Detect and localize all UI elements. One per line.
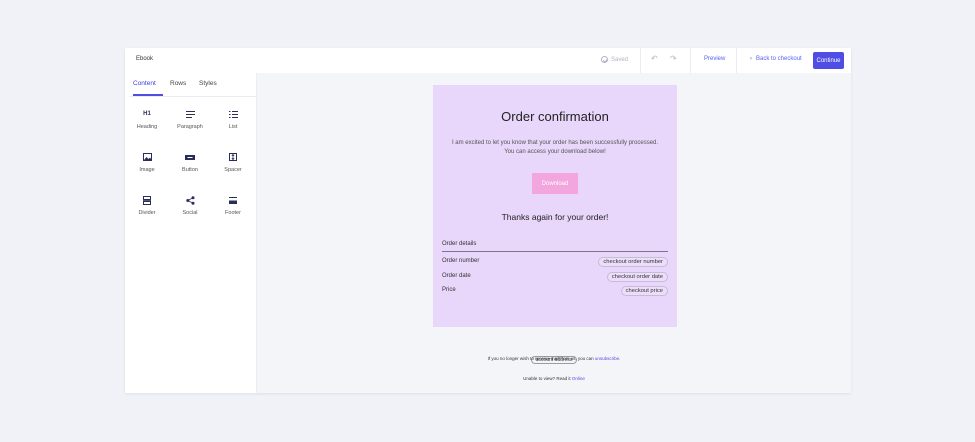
order-row[interactable]: Order date checkout order date [442, 272, 668, 282]
continue-button[interactable]: Continue [813, 52, 844, 69]
block-footer[interactable]: Footer [213, 195, 253, 216]
list-icon [213, 109, 253, 119]
redo-icon[interactable]: ↷ [670, 55, 677, 63]
unsubscribe-line: If you no longer wish to receive mail fr… [487, 356, 621, 361]
email-title[interactable]: Order confirmation [433, 109, 677, 124]
saved-label: Saved [611, 56, 629, 63]
order-row[interactable]: Price checkout price [442, 286, 668, 296]
undo-icon[interactable]: ↶ [651, 55, 658, 63]
email-body[interactable]: Order confirmation I am excited to let y… [433, 85, 677, 327]
unsubscribe-link[interactable]: unsubscribe [595, 356, 619, 361]
preview-button[interactable]: Preview [704, 56, 725, 62]
share-icon [170, 195, 210, 205]
block-button[interactable]: Button [170, 152, 210, 173]
paragraph-icon [170, 109, 210, 119]
divider-icon [127, 195, 167, 205]
divider [640, 48, 641, 73]
thanks-heading[interactable]: Thanks again for your order! [433, 212, 677, 222]
block-paragraph[interactable]: Paragraph [170, 109, 210, 130]
chevron-left-icon: ‹ [750, 56, 752, 62]
email-canvas: Order confirmation I am excited to let y… [257, 73, 851, 393]
tab-content[interactable]: Content [133, 80, 156, 87]
button-icon [170, 152, 210, 162]
check-circle-icon [601, 56, 608, 63]
back-label: Back to checkout [756, 56, 802, 62]
sidebar: Content Rows Styles H1 Heading Paragraph… [125, 73, 257, 393]
image-icon [127, 152, 167, 162]
sidebar-tabs: Content Rows Styles [129, 73, 256, 97]
tab-rows[interactable]: Rows [170, 80, 186, 87]
block-heading[interactable]: H1 Heading [127, 109, 167, 130]
order-details-heading[interactable]: Order details [442, 241, 476, 247]
view-online-line: Unable to view? Read it Online [523, 376, 585, 381]
merge-tag[interactable]: checkout order date [606, 272, 668, 282]
spacer-icon [213, 152, 253, 162]
active-tab-indicator [133, 94, 163, 96]
merge-tag[interactable]: checkout order number [598, 257, 668, 267]
merge-tag[interactable]: checkout price [620, 286, 668, 296]
footer-icon [213, 195, 253, 205]
heading-icon: H1 [143, 111, 151, 117]
saved-status: Saved [601, 56, 628, 63]
back-to-checkout-link[interactable]: ‹ Back to checkout [750, 56, 802, 62]
tab-styles[interactable]: Styles [199, 80, 217, 87]
top-bar: Ebook Saved ↶ ↷ Preview ‹ Back to checko… [125, 48, 851, 74]
divider [690, 48, 691, 73]
block-image[interactable]: Image [127, 152, 167, 173]
order-row-label: Order date [442, 273, 471, 279]
order-row-label: Price [442, 287, 456, 293]
document-title[interactable]: Ebook [136, 56, 153, 62]
divider [736, 48, 737, 73]
block-spacer[interactable]: Spacer [213, 152, 253, 173]
download-button[interactable]: Download [532, 173, 578, 194]
online-link[interactable]: Online [572, 376, 585, 381]
editor-window: Ebook Saved ↶ ↷ Preview ‹ Back to checko… [125, 48, 851, 393]
block-social[interactable]: Social [170, 195, 210, 216]
order-row[interactable]: Order number checkout order number [442, 257, 668, 267]
block-list[interactable]: List [213, 109, 253, 130]
email-paragraph[interactable]: I am excited to let you know that your o… [443, 139, 667, 157]
order-details-divider [442, 251, 668, 252]
order-row-label: Order number [442, 258, 480, 264]
block-divider[interactable]: Divider [127, 195, 167, 216]
